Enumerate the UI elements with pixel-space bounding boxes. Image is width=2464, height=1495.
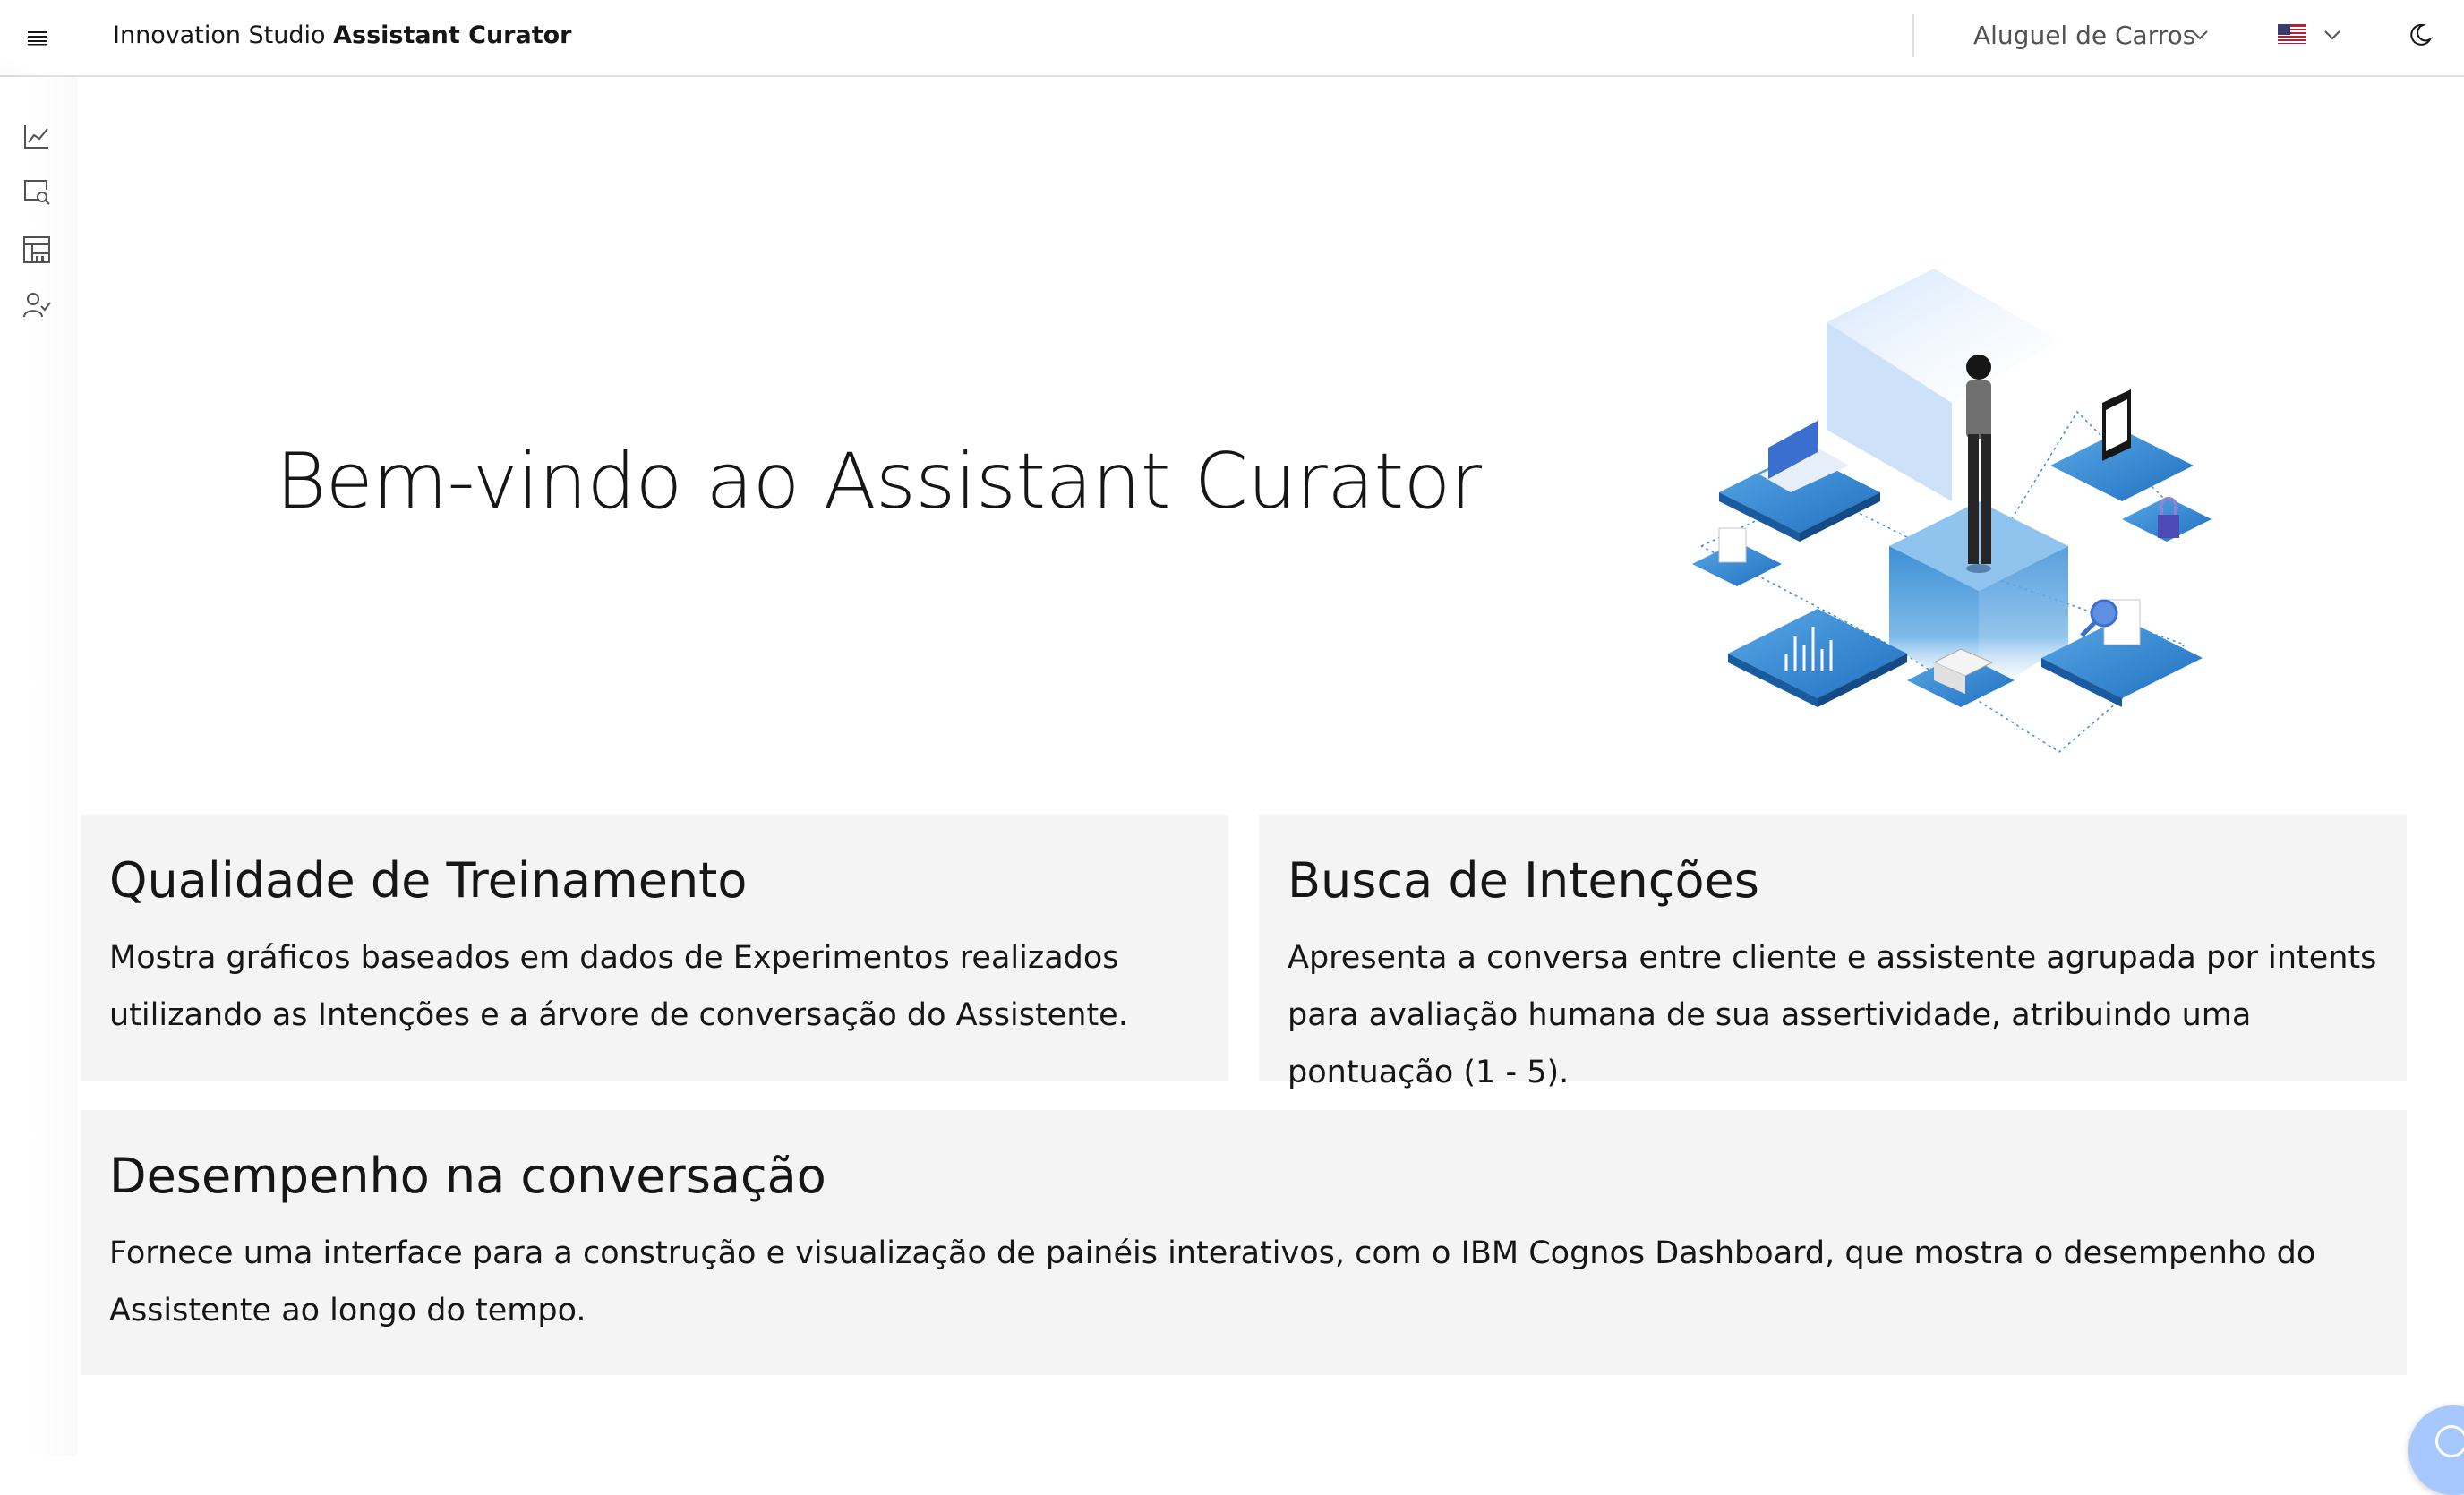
top-header: Innovation Studio Assistant Curator Alug… bbox=[0, 0, 2464, 77]
search-screen-icon[interactable] bbox=[21, 177, 52, 208]
tile-description: Fornece uma interface para a construção … bbox=[109, 1235, 2316, 1328]
dashboard-icon[interactable] bbox=[21, 235, 52, 265]
brand-prefix: Innovation Studio bbox=[113, 21, 326, 49]
side-rail bbox=[0, 77, 77, 1456]
tile-title: Qualidade de Treinamento bbox=[109, 852, 748, 909]
hero-illustration bbox=[1692, 269, 2212, 753]
brand-name: Assistant Curator bbox=[333, 21, 572, 49]
chevron-down-icon[interactable] bbox=[2190, 25, 2210, 45]
flag-us-icon[interactable] bbox=[2278, 24, 2306, 44]
page-title: Bem-vindo ao Assistant Curator bbox=[276, 437, 1482, 526]
info-button[interactable] bbox=[2408, 1405, 2464, 1495]
tile-title: Busca de Intenções bbox=[1288, 852, 1759, 909]
app-brand[interactable]: Innovation Studio Assistant Curator bbox=[113, 0, 572, 75]
header-divider bbox=[1912, 14, 1914, 57]
tile-description: Apresenta a conversa entre cliente e ass… bbox=[1288, 940, 2377, 1090]
tile-training-quality[interactable]: Qualidade de Treinamento Mostra gráficos… bbox=[81, 815, 1228, 1081]
tile-description: Mostra gráficos baseados em dados de Exp… bbox=[109, 940, 1128, 1033]
workspace-selector[interactable]: Aluguel de Carros bbox=[1973, 0, 2195, 72]
chevron-down-icon[interactable] bbox=[2323, 25, 2342, 45]
user-check-icon[interactable] bbox=[21, 290, 52, 320]
info-icon bbox=[2435, 1425, 2464, 1457]
moon-icon[interactable] bbox=[2407, 21, 2434, 48]
tile-title: Desempenho na conversação bbox=[109, 1148, 826, 1204]
tile-intent-search[interactable]: Busca de Intenções Apresenta a conversa … bbox=[1259, 815, 2407, 1090]
tile-conversation-performance[interactable]: Desempenho na conversação Fornece uma in… bbox=[81, 1110, 2407, 1375]
menu-icon[interactable] bbox=[25, 25, 50, 50]
chart-line-icon[interactable] bbox=[21, 122, 52, 152]
